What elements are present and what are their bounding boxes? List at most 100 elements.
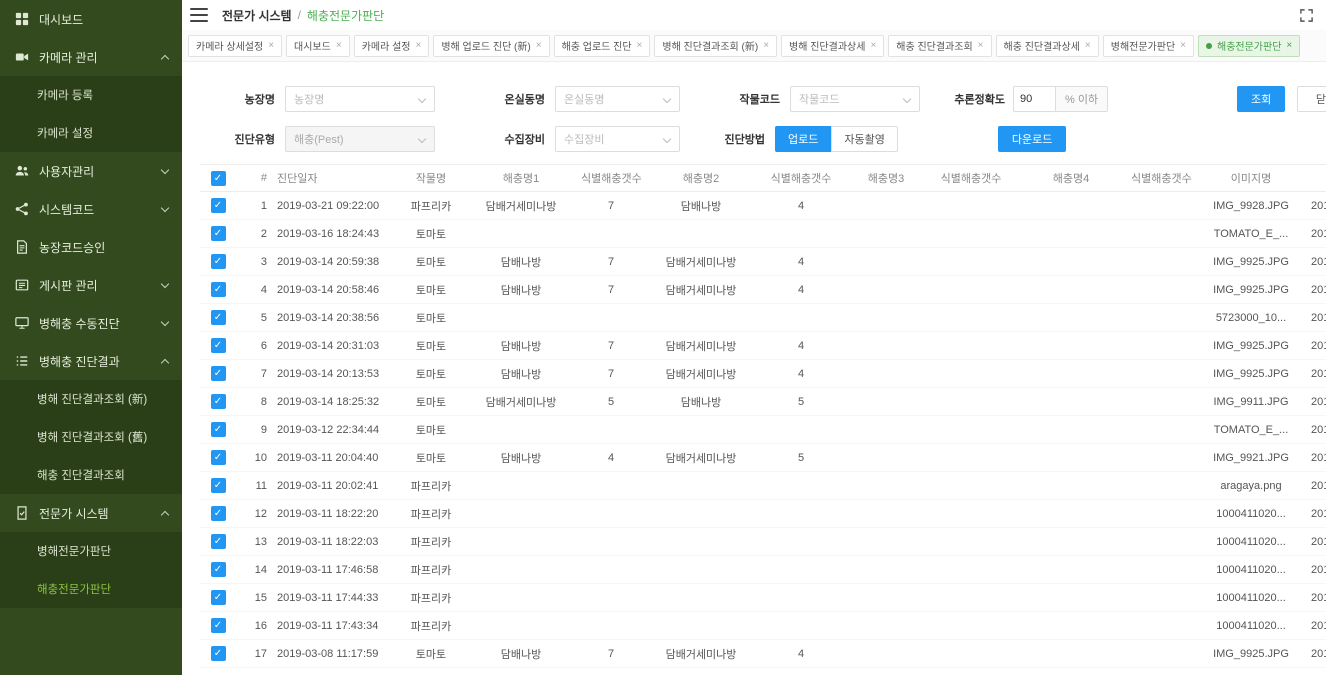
table-row[interactable]: ✓22019-03-16 18:24:43토마토TOMATO_E_...201 (200, 220, 1326, 248)
tab-7[interactable]: 병해 진단결과상세× (781, 35, 884, 57)
table-row[interactable]: ✓122019-03-11 18:22:20파프리카1000411020...2… (200, 500, 1326, 528)
cell-diagnosis-date: 2019-03-14 20:58:46 (272, 284, 396, 296)
results-table: ✓#진단일자작물명해충명1식별해충갯수해충명2식별해충갯수해충명3식별해충갯수해… (200, 164, 1326, 668)
sidebar-item-farm-code-approval[interactable]: 농장코드승인 (0, 228, 182, 266)
sidebar-item-dashboard[interactable]: 대시보드 (0, 0, 182, 38)
cell-reg-date: 201 (1306, 340, 1326, 352)
tab-close-icon[interactable]: × (415, 40, 421, 51)
sidebar-item-disease-result-old[interactable]: 병해 진단결과조회 (舊) (0, 418, 182, 456)
row-checkbox[interactable]: ✓ (211, 282, 226, 297)
equipment-placeholder: 수집장비 (564, 131, 604, 147)
tab-9[interactable]: 해충 진단결과상세× (996, 35, 1099, 57)
table-row[interactable]: ✓82019-03-14 18:25:32토마토담배거세미나방5담배나방5IMG… (200, 388, 1326, 416)
sidebar-item-label: 카메라 관리 (39, 49, 162, 66)
row-checkbox[interactable]: ✓ (211, 394, 226, 409)
download-button[interactable]: 다운로드 (998, 126, 1066, 152)
sidebar-item-board-management[interactable]: 게시판 관리 (0, 266, 182, 304)
table-row[interactable]: ✓12019-03-21 09:22:00파프리카담배거세미나방7담배나방4IM… (200, 192, 1326, 220)
accuracy-input[interactable] (1013, 86, 1055, 112)
sidebar-item-pest-diagnosis-results[interactable]: 병해충 진단결과 (0, 342, 182, 380)
tab-close-icon[interactable]: × (336, 40, 342, 51)
row-checkbox[interactable]: ✓ (211, 618, 226, 633)
cell-diagnosis-date: 2019-03-11 20:04:40 (272, 452, 396, 464)
sidebar-item-system-code[interactable]: 시스템코드 (0, 190, 182, 228)
fullscreen-icon[interactable] (1299, 8, 1314, 23)
sidebar-item-user-management[interactable]: 사용자관리 (0, 152, 182, 190)
tab-4[interactable]: 병해 업로드 진단 (新)× (433, 35, 549, 57)
row-checkbox[interactable]: ✓ (211, 450, 226, 465)
crop-code-select[interactable]: 작물코드 (790, 86, 920, 112)
tab-close-icon[interactable]: × (268, 40, 274, 51)
accuracy-label: 추론정확도 (940, 91, 1005, 107)
row-checkbox[interactable]: ✓ (211, 422, 226, 437)
row-checkbox[interactable]: ✓ (211, 366, 226, 381)
table-row[interactable]: ✓142019-03-11 17:46:58파프리카1000411020...2… (200, 556, 1326, 584)
sidebar-item-disease-expert-judgment[interactable]: 병해전문가판단 (0, 532, 182, 570)
table-row[interactable]: ✓52019-03-14 20:38:56토마토5723000_10...201 (200, 304, 1326, 332)
sidebar-item-pest-manual-diagnosis[interactable]: 병해충 수동진단 (0, 304, 182, 342)
tab-close-icon[interactable]: × (978, 40, 984, 51)
search-button[interactable]: 조회 (1237, 86, 1285, 112)
row-checkbox[interactable]: ✓ (211, 562, 226, 577)
tab-6[interactable]: 병해 진단결과조회 (新)× (654, 35, 777, 57)
sidebar-item-expert-system[interactable]: 전문가 시스템 (0, 494, 182, 532)
table-row[interactable]: ✓102019-03-11 20:04:40토마토담배나방4담배거세미나방5IM… (200, 444, 1326, 472)
tab-close-icon[interactable]: × (637, 40, 643, 51)
greenhouse-select[interactable]: 온실동명 (555, 86, 680, 112)
table-row[interactable]: ✓32019-03-14 20:59:38토마토담배나방7담배거세미나방4IMG… (200, 248, 1326, 276)
table-row[interactable]: ✓62019-03-14 20:31:03토마토담배나방7담배거세미나방4IMG… (200, 332, 1326, 360)
tab-3[interactable]: 카메라 설정× (354, 35, 430, 57)
tab-close-icon[interactable]: × (1286, 40, 1292, 51)
sidebar-item-insect-expert-judgment[interactable]: 해충전문가판단 (0, 570, 182, 608)
row-checkbox[interactable]: ✓ (211, 590, 226, 605)
row-checkbox[interactable]: ✓ (211, 534, 226, 549)
table-row[interactable]: ✓42019-03-14 20:58:46토마토담배나방7담배거세미나방4IMG… (200, 276, 1326, 304)
tab-close-icon[interactable]: × (763, 40, 769, 51)
table-row[interactable]: ✓152019-03-11 17:44:33파프리카1000411020...2… (200, 584, 1326, 612)
tab-close-icon[interactable]: × (1180, 40, 1186, 51)
farm-name-select[interactable]: 농장명 (285, 86, 435, 112)
sidebar-item-camera-register[interactable]: 카메라 등록 (0, 76, 182, 114)
row-checkbox[interactable]: ✓ (211, 198, 226, 213)
sidebar-item-insect-result[interactable]: 해충 진단결과조회 (0, 456, 182, 494)
table-row[interactable]: ✓162019-03-11 17:43:34파프리카1000411020...2… (200, 612, 1326, 640)
row-checkbox[interactable]: ✓ (211, 506, 226, 521)
sidebar-item-camera-management[interactable]: 카메라 관리 (0, 38, 182, 76)
auto-capture-method-button[interactable]: 자동촬영 (831, 126, 897, 152)
tab-close-icon[interactable]: × (536, 40, 542, 51)
row-checkbox[interactable]: ✓ (211, 254, 226, 269)
row-checkbox[interactable]: ✓ (211, 310, 226, 325)
row-checkbox[interactable]: ✓ (211, 226, 226, 241)
tab-close-icon[interactable]: × (1085, 40, 1091, 51)
cell-image-name: 5723000_10... (1196, 312, 1306, 324)
cell-crop-name: 토마토 (396, 450, 466, 466)
table-row[interactable]: ✓92019-03-12 22:34:44토마토TOMATO_E_...201 (200, 416, 1326, 444)
sidebar-item-disease-result-new[interactable]: 병해 진단결과조회 (新) (0, 380, 182, 418)
row-checkbox[interactable]: ✓ (211, 338, 226, 353)
table-row[interactable]: ✓112019-03-11 20:02:41파프리카aragaya.png201 (200, 472, 1326, 500)
tab-2[interactable]: 대시보드× (286, 35, 350, 57)
cell-image-name: IMG_9911.JPG (1196, 396, 1306, 408)
diagnosis-type-select[interactable]: 해충(Pest) (285, 126, 435, 152)
table-row[interactable]: ✓72019-03-14 20:13:53토마토담배나방7담배거세미나방4IMG… (200, 360, 1326, 388)
tab-10[interactable]: 병해전문가판단× (1103, 35, 1194, 57)
topbar: 전문가 시스템 / 해충전문가판단 (182, 0, 1326, 30)
row-checkbox[interactable]: ✓ (211, 478, 226, 493)
select-all-checkbox[interactable]: ✓ (211, 171, 226, 186)
checkbox-cell: ✓ (200, 254, 236, 269)
upload-method-button[interactable]: 업로드 (775, 126, 831, 152)
menu-toggle-icon[interactable] (190, 8, 208, 22)
sidebar: 대시보드카메라 관리카메라 등록카메라 설정사용자관리시스템코드농장코드승인게시… (0, 0, 182, 675)
sidebar-item-camera-settings[interactable]: 카메라 설정 (0, 114, 182, 152)
close-button[interactable]: 닫기 (1297, 86, 1326, 112)
tab-8[interactable]: 해충 진단결과조회× (888, 35, 991, 57)
row-checkbox[interactable]: ✓ (211, 646, 226, 661)
tab-5[interactable]: 해충 업로드 진단× (554, 35, 651, 57)
tab-1[interactable]: 카메라 상세설정× (188, 35, 282, 57)
table-row[interactable]: ✓172019-03-08 11:17:59토마토담배나방7담배거세미나방4IM… (200, 640, 1326, 668)
tab-11[interactable]: 해충전문가판단× (1198, 35, 1300, 57)
equipment-select[interactable]: 수집장비 (555, 126, 680, 152)
tab-close-icon[interactable]: × (870, 40, 876, 51)
table-row[interactable]: ✓132019-03-11 18:22:03파프리카1000411020...2… (200, 528, 1326, 556)
cell-reg-date: 201 (1306, 648, 1326, 660)
